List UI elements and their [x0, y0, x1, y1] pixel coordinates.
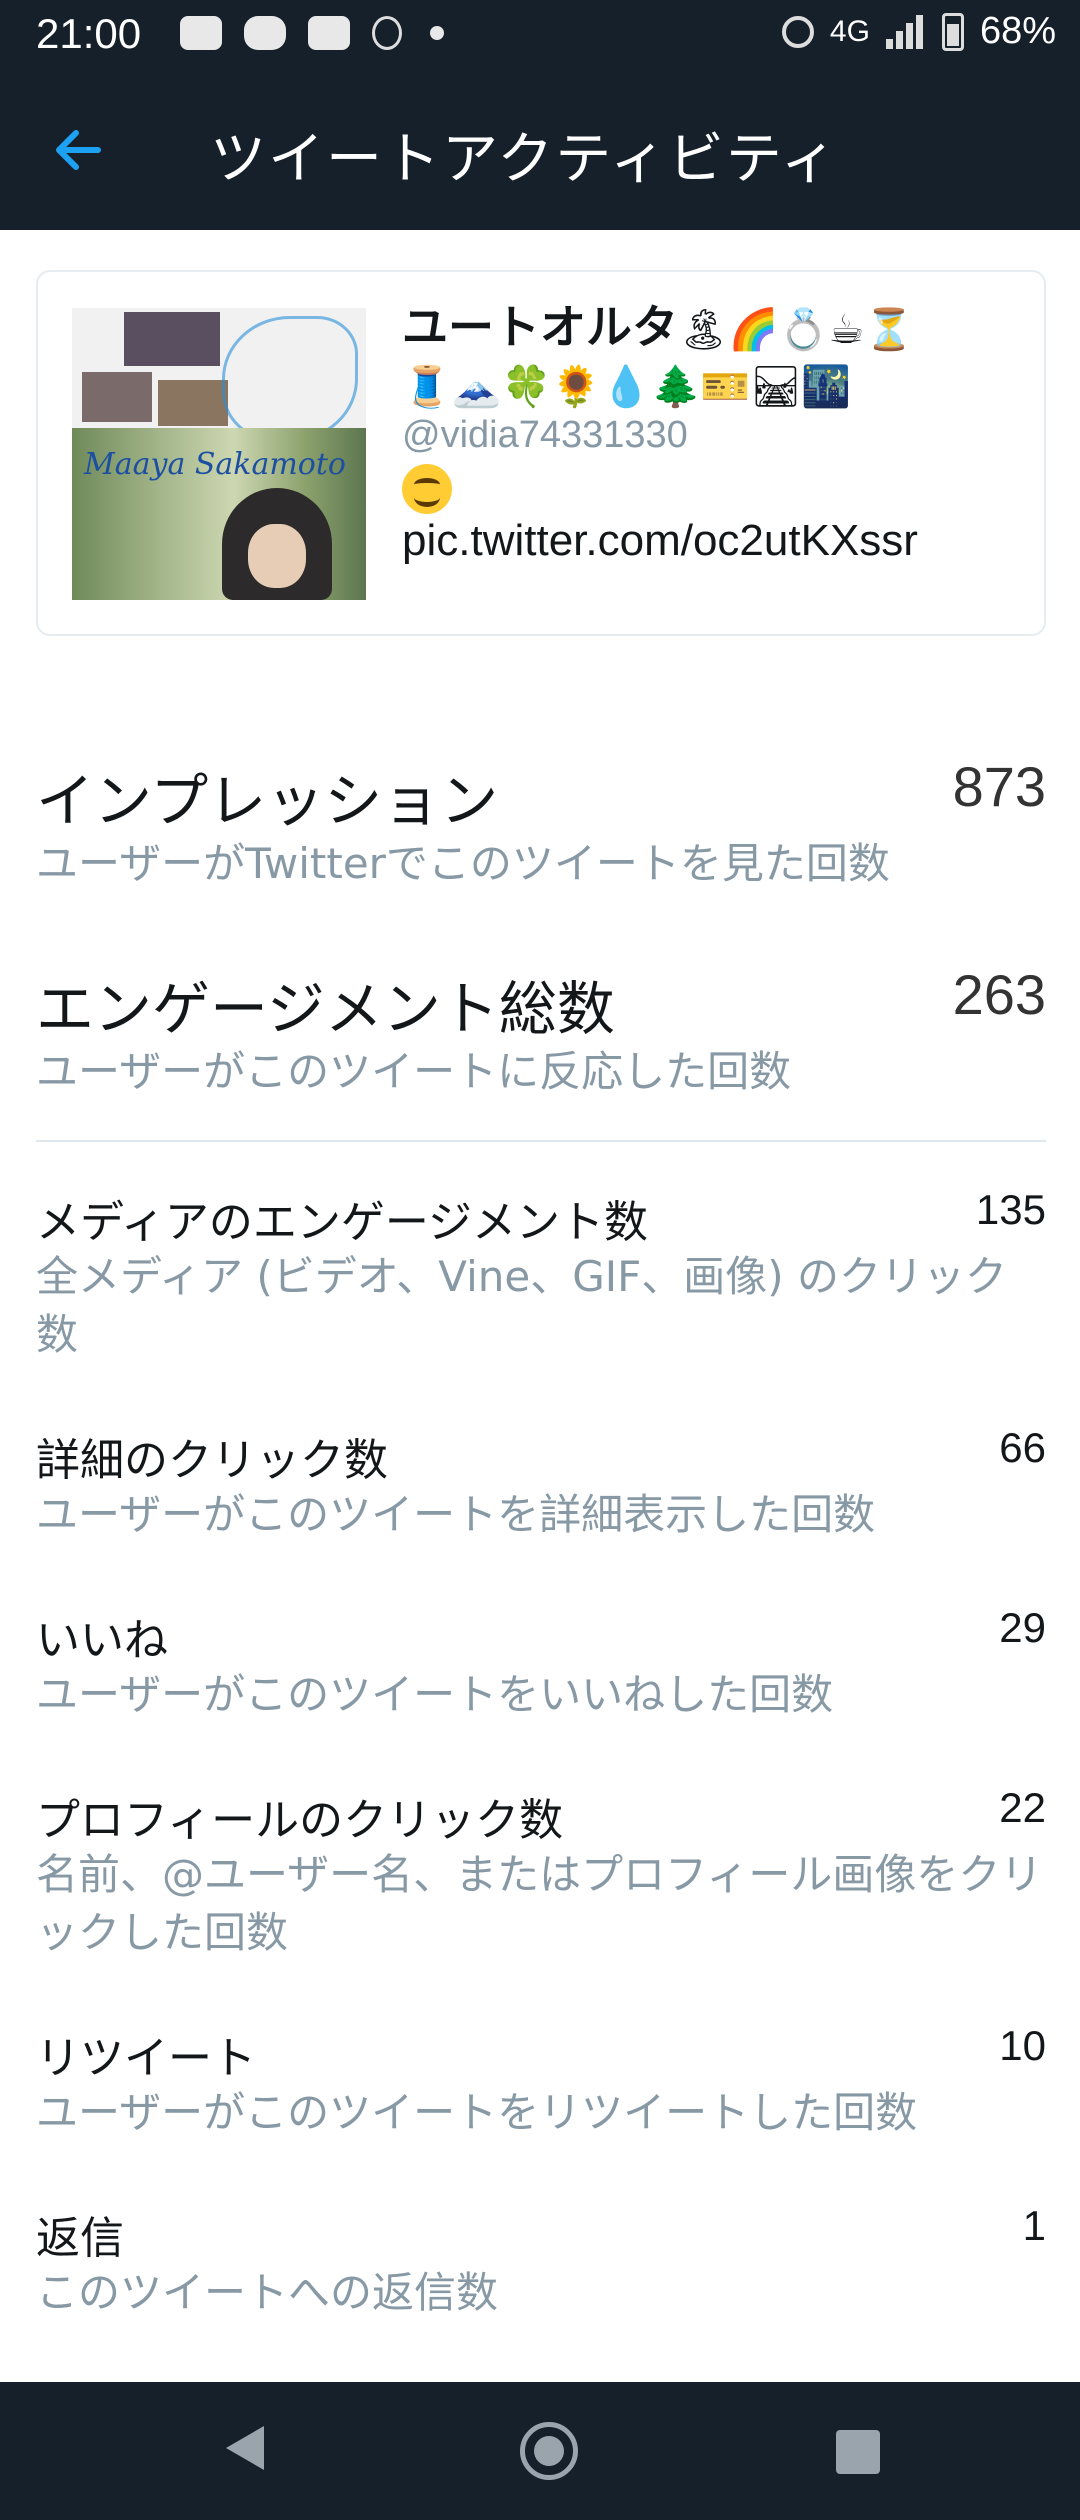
- metric-title: エンゲージメント総数: [36, 975, 615, 1043]
- arrow-left-icon: [56, 130, 101, 170]
- metric-value: 873: [952, 755, 1046, 818]
- metric-description: このツイートへの返信数: [36, 2268, 499, 2317]
- notification-icons: [180, 16, 444, 50]
- metric-title: インプレッション: [36, 767, 499, 835]
- metric-value: 22: [999, 1784, 1046, 1831]
- tweet-author-handle: @vidia74331330: [402, 414, 688, 456]
- metric-media-engagements: メディアのエンゲージメント数 135 全メディア (ビデオ、Vine、GIF、画…: [36, 1186, 1046, 1366]
- metric-replies: 返信 1 このツイートへの返信数: [36, 2202, 1046, 2332]
- metric-value: 66: [999, 1424, 1046, 1471]
- back-button[interactable]: [48, 120, 108, 180]
- metric-detail-expands: 詳細のクリック数 66 ユーザーがこのツイートを詳細表示した回数: [36, 1424, 1046, 1554]
- youtube-icon: [180, 16, 222, 50]
- tweet-image[interactable]: Maaya Sakamoto: [72, 308, 366, 600]
- metric-description: 全メディア (ビデオ、Vine、GIF、画像) のクリック数: [36, 1252, 1008, 1359]
- metric-title: 返信: [36, 2213, 124, 2264]
- tweet-text: pic.twitter.com/oc2utKXssr: [402, 460, 918, 568]
- author-emoji-line2: 🧵🗻🍀🌻💧🌲🎫🛤🌃: [402, 364, 852, 410]
- metric-title: プロフィールのクリック数: [36, 1795, 564, 1846]
- tweet-card[interactable]: Maaya Sakamoto ユートオルタ🏝🌈💍☕⏳ 🧵🗻🍀🌻💧🌲🎫🛤🌃 @vi…: [36, 270, 1046, 636]
- system-nav-bar: [0, 2382, 1080, 2520]
- author-emoji-line1: 🏝🌈💍☕⏳: [678, 307, 915, 353]
- metric-description: 名前、@ユーザー名、またはプロフィール画像をクリックした回数: [36, 1850, 1043, 1957]
- metric-description: ユーザーがこのツイートを詳細表示した回数: [36, 1490, 876, 1539]
- nav-home-icon[interactable]: [520, 2422, 578, 2480]
- page-title: ツイートアクティビティ: [210, 127, 839, 192]
- metric-description: ユーザーがこのツイートをリツイートした回数: [36, 2088, 918, 2137]
- battery-icon: [941, 12, 964, 51]
- metric-title: いいね: [36, 1615, 168, 1666]
- nav-back-icon[interactable]: [226, 2426, 264, 2470]
- status-time: 21:00: [36, 10, 142, 57]
- thumbnail-caption: Maaya Sakamoto: [84, 447, 346, 482]
- metric-value: 29: [999, 1604, 1046, 1651]
- tweet-author-name: ユートオルタ🏝🌈💍☕⏳ 🧵🗻🍀🌻💧🌲🎫🛤🌃: [402, 300, 1022, 414]
- metric-likes: いいね 29 ユーザーがこのツイートをいいねした回数: [36, 1604, 1046, 1734]
- status-bar: 21:00 4G 68%: [0, 0, 1080, 72]
- metric-total-engagements: エンゲージメント総数 263 ユーザーがこのツイートに反応した回数: [36, 962, 1046, 1096]
- alarm-icon: [781, 15, 814, 48]
- metric-impressions: インプレッション 873 ユーザーがTwitterでこのツイートを見た回数: [36, 754, 1046, 888]
- metric-title: メディアのエンゲージメント数: [36, 1197, 649, 1248]
- metric-value: 263: [952, 963, 1046, 1026]
- system-icons: 4G 68%: [781, 10, 1056, 53]
- nav-recents-icon[interactable]: [836, 2430, 880, 2474]
- network-type: 4G: [829, 14, 870, 48]
- section-divider: [36, 1140, 1046, 1142]
- metric-description: ユーザーがこのツイートをいいねした回数: [36, 1670, 834, 1719]
- metric-title: リツイート: [36, 2033, 256, 2084]
- metric-value: 1: [1022, 2202, 1046, 2249]
- metric-description: ユーザーがTwitterでこのツイートを見た回数: [36, 839, 890, 888]
- tweet-link[interactable]: pic.twitter.com/oc2utKXssr: [402, 516, 918, 565]
- line-icon: [244, 16, 286, 50]
- metric-profile-clicks: プロフィールのクリック数 22 名前、@ユーザー名、またはプロフィール画像をクリ…: [36, 1784, 1046, 1964]
- smile-emoji-icon: [402, 464, 452, 515]
- metric-description: ユーザーがこのツイートに反応した回数: [36, 1047, 792, 1096]
- metric-value: 10: [999, 2022, 1046, 2069]
- signal-icon: [885, 14, 926, 49]
- metric-value: 135: [975, 1186, 1046, 1233]
- tv-icon: [308, 16, 350, 50]
- app-bar: ツイートアクティビティ: [0, 72, 1080, 230]
- author-name: ユートオルタ: [402, 300, 678, 354]
- metric-retweets: リツイート 10 ユーザーがこのツイートをリツイートした回数: [36, 2022, 1046, 2152]
- battery-level: 68%: [979, 10, 1056, 52]
- metric-title: 詳細のクリック数: [36, 1435, 388, 1486]
- accessibility-icon: [372, 16, 402, 50]
- dot-icon: [430, 26, 444, 40]
